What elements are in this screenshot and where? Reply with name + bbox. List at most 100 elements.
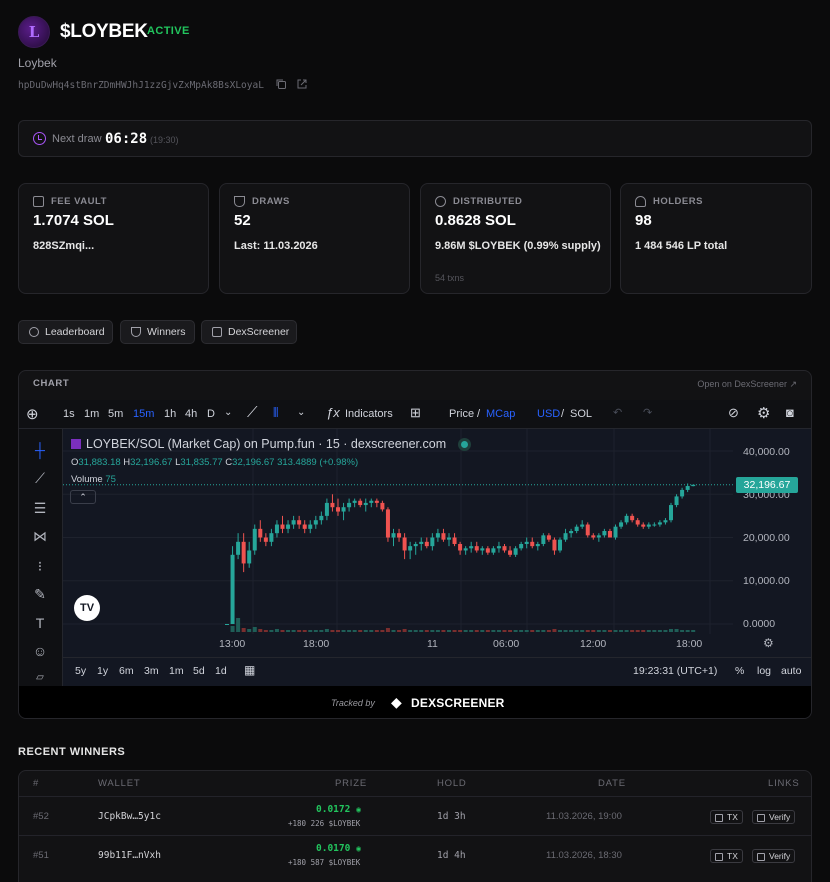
candle-body <box>347 502 352 508</box>
add-symbol-icon[interactable]: ⊕ <box>26 405 39 423</box>
verify-link[interactable]: Verify <box>752 810 796 824</box>
candle-body <box>646 524 651 527</box>
range-1m[interactable]: 1m <box>169 665 184 677</box>
candle-body <box>313 520 318 525</box>
y-tick: 40,000.00 <box>743 446 790 458</box>
candle-body <box>496 546 501 549</box>
candle-body <box>663 520 668 523</box>
external-link-icon[interactable] <box>296 78 308 90</box>
x-tick: 18:00 <box>303 638 330 650</box>
volume-bar <box>513 630 518 632</box>
volume-bar <box>341 630 346 632</box>
candle-body <box>580 524 585 527</box>
indicators-icon[interactable]: ƒx <box>326 405 340 420</box>
interval-1m[interactable]: 1m <box>84 408 99 420</box>
status-badge: ACTIVE <box>147 25 190 37</box>
volume-bar <box>502 630 507 632</box>
trendline-icon[interactable]: ⟋ <box>31 469 49 487</box>
chart-plot[interactable]: LOYBEK/SOL (Market Cap) on Pump.fun · 15… <box>63 429 811 686</box>
candles-icon[interactable]: ⫴ <box>273 405 278 421</box>
winners-button[interactable]: Winners <box>120 320 195 344</box>
volume-bar <box>430 630 435 632</box>
interval-d[interactable]: D <box>207 408 215 420</box>
leaderboard-button[interactable]: Leaderboard <box>18 320 113 344</box>
log-toggle[interactable]: log <box>757 665 771 677</box>
candle-body <box>397 533 402 538</box>
candle-body <box>241 541 246 564</box>
prediction-icon[interactable]: ⁝ <box>31 557 49 575</box>
candle-body <box>463 548 468 551</box>
redo-icon[interactable]: ↷ <box>643 406 652 419</box>
undo-icon[interactable]: ↶ <box>613 406 622 419</box>
crosshair-icon[interactable]: ┼ <box>31 441 49 459</box>
mcap-toggle[interactable]: MCap <box>486 408 515 420</box>
interval-1s[interactable]: 1s <box>63 408 75 420</box>
percent-toggle[interactable]: % <box>735 665 744 677</box>
trophy-icon <box>234 196 245 207</box>
row-wallet[interactable]: 99b11F…nVxh <box>98 850 161 861</box>
camera-icon[interactable]: ◙ <box>786 405 794 420</box>
layout-grid-icon[interactable]: ⊞ <box>410 405 421 421</box>
distributed-card: DISTRIBUTED 0.8628 SOL 9.86M $LOYBEK (0.… <box>420 183 611 294</box>
sol-toggle[interactable]: SOL <box>570 408 592 420</box>
collapse-legend-button[interactable]: ⌃ <box>70 490 96 504</box>
candle-body <box>630 515 635 521</box>
fib-icon[interactable]: ☰ <box>31 499 49 517</box>
token-logo: L <box>18 16 50 48</box>
settings-icon[interactable]: ⚙ <box>757 404 770 422</box>
users-icon <box>29 327 39 337</box>
volume-bar <box>263 630 268 632</box>
chevron-down-icon[interactable]: ⌄ <box>297 407 305 418</box>
candle-body <box>685 486 690 490</box>
tradingview-logo: TV <box>74 595 100 621</box>
card-note: 54 txns <box>435 273 465 283</box>
range-6m[interactable]: 6m <box>119 665 134 677</box>
interval-1h[interactable]: 1h <box>164 408 176 420</box>
axis-settings-icon[interactable]: ⚙ <box>763 636 774 650</box>
row-wallet[interactable]: JCpkBw…5y1c <box>98 811 161 822</box>
candle-body <box>252 528 257 551</box>
tx-link[interactable]: TX <box>710 810 743 824</box>
tx-link[interactable]: TX <box>710 849 743 863</box>
usd-toggle[interactable]: USD <box>537 408 560 420</box>
range-5y[interactable]: 5y <box>75 665 86 677</box>
interval-15m[interactable]: 15m <box>133 408 154 420</box>
chevron-down-icon[interactable]: ⌄ <box>224 407 232 418</box>
candle-body <box>408 546 413 551</box>
zoom-icon[interactable]: ⊘ <box>728 405 739 421</box>
dexscreener-brand: DEXSCREENER <box>411 696 505 710</box>
calendar-icon[interactable]: ▦ <box>244 663 255 677</box>
indicators-button[interactable]: Indicators <box>345 408 393 420</box>
auto-toggle[interactable]: auto <box>781 665 801 677</box>
range-5d[interactable]: 5d <box>193 665 205 677</box>
candle-body <box>602 531 607 536</box>
line-chart-icon[interactable]: ⟋ <box>247 404 258 421</box>
pattern-icon[interactable]: ⋈ <box>31 527 49 545</box>
verify-link[interactable]: Verify <box>752 849 796 863</box>
row-date: 11.03.2026, 19:00 <box>546 811 622 822</box>
brush-icon[interactable]: ✎ <box>31 585 49 603</box>
range-3m[interactable]: 3m <box>144 665 159 677</box>
volume-bar <box>652 630 657 632</box>
price-toggle[interactable]: Price <box>449 408 474 420</box>
range-1d[interactable]: 1d <box>215 665 227 677</box>
emoji-icon[interactable]: ☺ <box>31 642 49 660</box>
open-dexscreener-link[interactable]: Open on DexScreener ↗ <box>697 379 797 390</box>
range-1y[interactable]: 1y <box>97 665 108 677</box>
interval-4h[interactable]: 4h <box>185 408 197 420</box>
copy-icon[interactable] <box>275 78 287 90</box>
volume-bar <box>330 630 335 632</box>
interval-5m[interactable]: 5m <box>108 408 123 420</box>
candle-body <box>225 624 229 625</box>
volume-bar <box>374 630 379 632</box>
row-prize: 0.0172 ◉ <box>316 804 361 815</box>
card-value: 98 <box>635 212 652 229</box>
dexscreener-button[interactable]: DexScreener <box>201 320 297 344</box>
ruler-icon[interactable]: ▱ <box>31 669 49 687</box>
candle-body <box>591 535 596 538</box>
clock-icon <box>33 132 46 145</box>
x-tick: 11 <box>427 638 438 650</box>
text-icon[interactable]: T <box>31 614 49 632</box>
candle-body <box>530 541 535 547</box>
candle-body <box>624 515 629 523</box>
